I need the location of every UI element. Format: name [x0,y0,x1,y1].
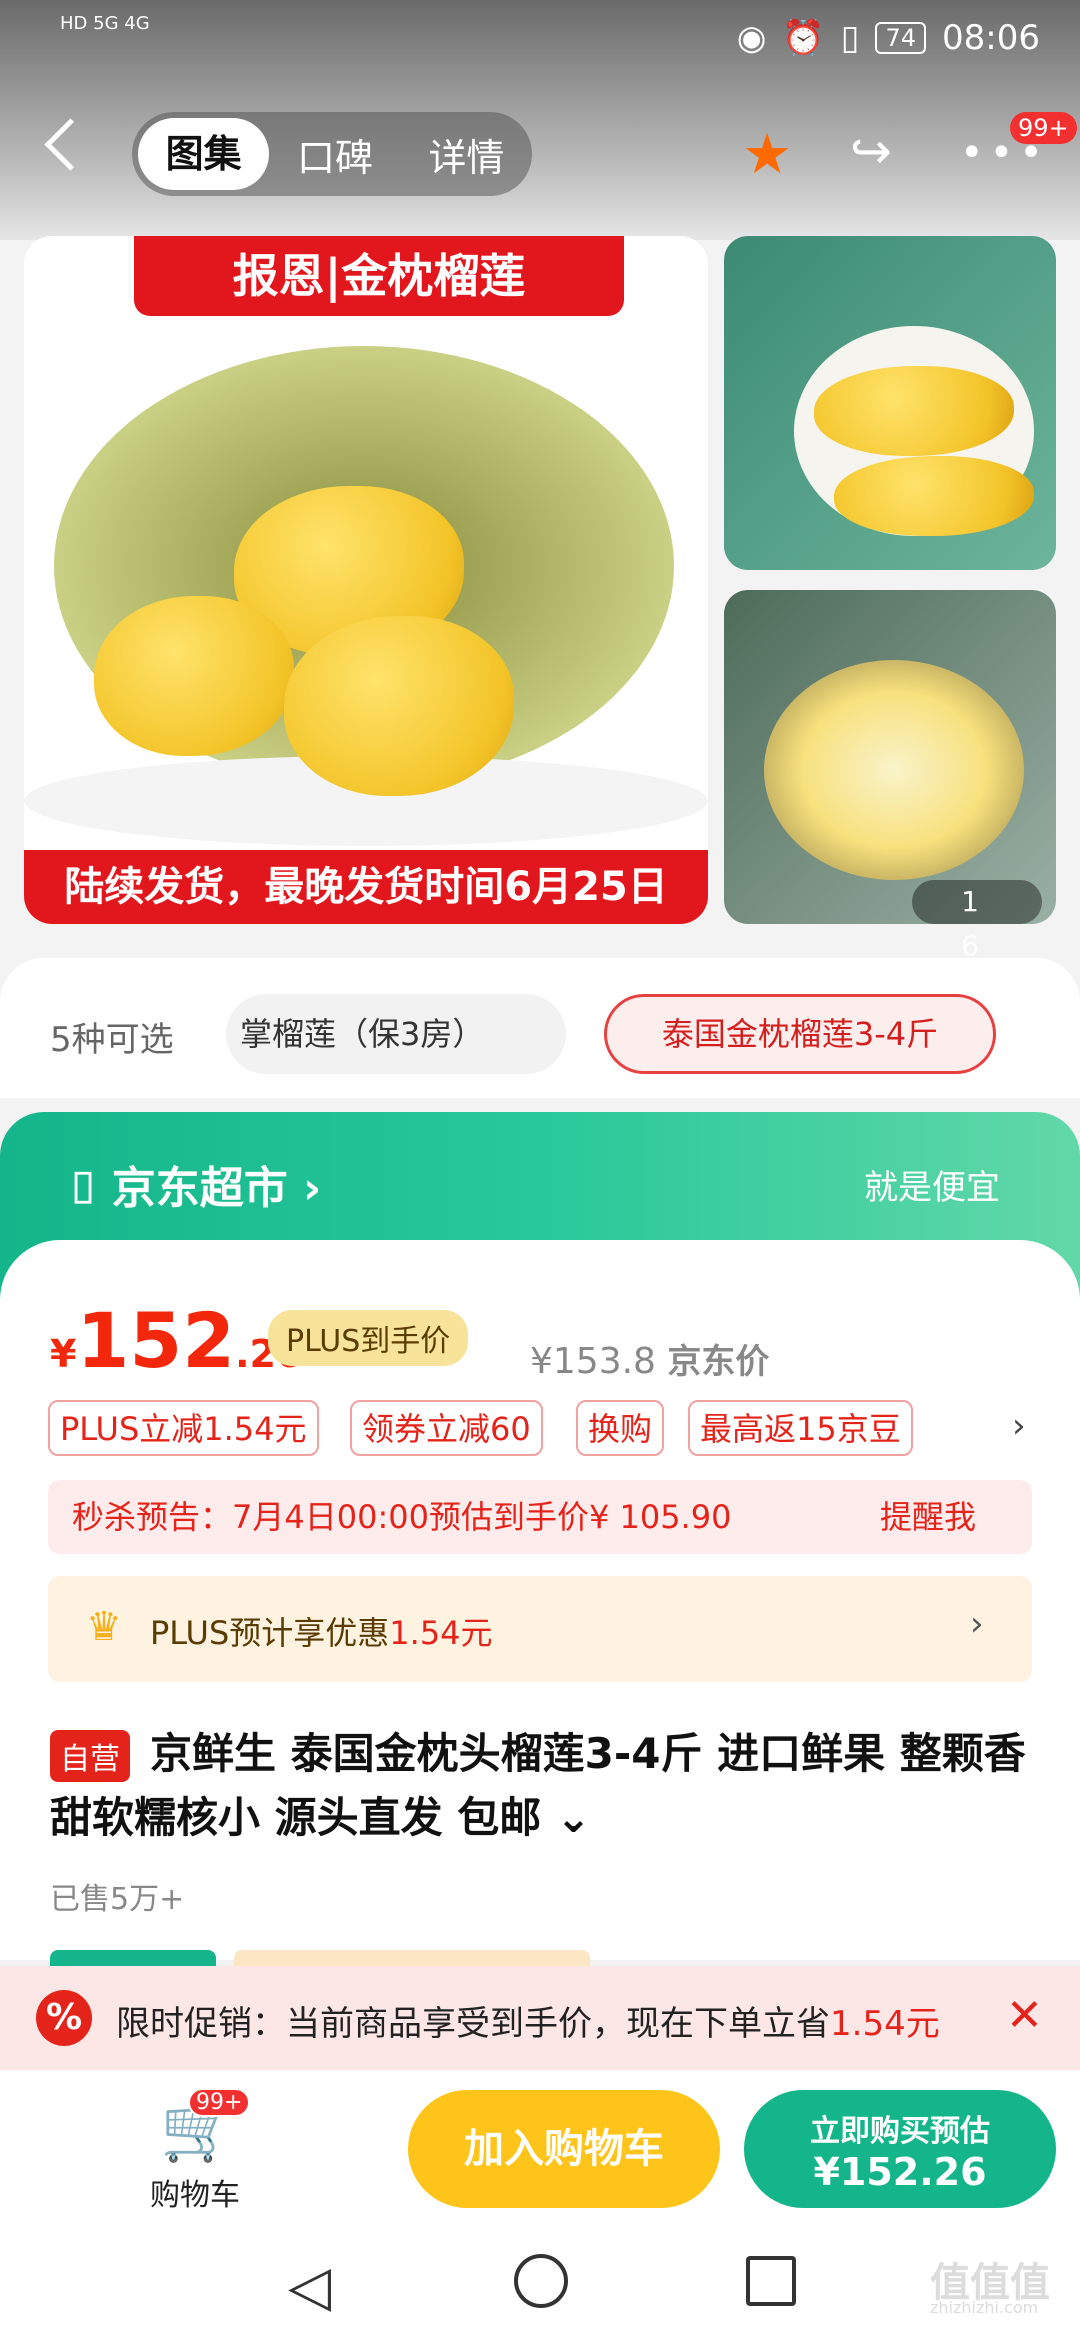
coupon-tag[interactable]: PLUS立减1.54元 [48,1400,319,1456]
chevron-right-icon: › [970,1604,984,1644]
store-logo-icon: ⌷ [70,1163,112,1214]
gallery-thumbnail-2[interactable] [724,590,1056,924]
store-name: 京东超市 [111,1163,288,1214]
store-slogan: 就是便宜 [864,1168,1000,1208]
main-product-image[interactable]: 报恩|金枕榴莲 陆续发货，最晚发货时间6月25日 [24,236,708,924]
gallery-thumbnail-1[interactable] [724,236,1056,570]
image-caption: 陆续发货，最晚发货时间6月25日 [24,850,708,924]
price-integer: 152 [76,1296,236,1385]
signal-indicators: HD 5G 4G [60,13,150,34]
cart-label[interactable]: 购物车 [150,2170,240,2214]
clock: 08:06 [942,18,1040,58]
plus-price: ¥152.26 [50,1296,302,1385]
store-logo[interactable]: ⌷ 京东超市 › [70,1152,321,1216]
crown-icon: ♛ [86,1604,122,1650]
remind-me-button[interactable]: 提醒我 [880,1480,976,1554]
jd-price-value: ¥153.8 [530,1341,656,1382]
plus-benefit-label: PLUS预计享优惠 [150,1614,390,1652]
self-operated-badge: 自营 [50,1730,130,1782]
tab-details[interactable]: 详情 [401,127,532,182]
nav-back-icon[interactable]: ◁ [288,2254,331,2319]
buy-now-price: ¥152.26 [813,2150,987,2194]
status-right: ◉ ⏰ ▯ 74 08:06 [737,18,1040,58]
battery-level: 74 [875,22,927,54]
sold-count: 已售5万+ [50,1882,185,1917]
option-chip-selected[interactable]: 泰国金枕榴莲3-4斤 [604,994,996,1074]
plus-benefit-amount: 1.54元 [389,1614,493,1652]
buy-now-label: 立即购买预估 [810,2114,990,2149]
tab-reviews[interactable]: 口碑 [269,127,400,182]
alarm-icon: ⏰ [782,18,825,58]
coupon-tag[interactable]: 最高返15京豆 [688,1400,913,1456]
product-title[interactable]: 京鲜生 泰国金枕头榴莲3-4斤 进口鲜果 整颗香甜软糯核小 源头直发 包邮 ⌄ [50,1722,1040,1850]
nav-recents-icon[interactable] [746,2256,796,2306]
vibrate-icon: ▯ [840,18,860,58]
eye-icon: ◉ [736,18,767,58]
image-pager: 1 6 [912,880,1042,962]
share-icon[interactable]: ↪ [850,122,892,180]
option-chip[interactable]: 掌榴莲（保3房） [226,994,566,1074]
promo-amount: 1.54元 [830,2004,940,2044]
chevron-right-icon: › [287,1163,322,1214]
discount-icon: % [36,1990,92,2046]
promo-message: 限时促销：当前商品享受到手价，现在下单立省 [116,2004,830,2044]
options-count: 5种可选 [50,1020,174,1060]
open-durian-image [764,660,1024,880]
jd-price: ¥153.8 京东价 [530,1334,769,1383]
close-icon[interactable]: ✕ [1006,1990,1043,2041]
tab-gallery[interactable]: 图集 [138,118,270,190]
coupon-tag[interactable]: 领券立减60 [350,1400,543,1456]
promo-text: 限时促销：当前商品享受到手价，现在下单立省1.54元 [116,1996,940,2045]
add-to-cart-button[interactable]: 加入购物车 [408,2090,720,2208]
price-currency: ¥ [50,1332,77,1376]
durian-flesh [94,596,294,756]
buy-now-button[interactable]: 立即购买预估 ¥152.26 [744,2090,1056,2208]
jd-price-label: 京东价 [667,1342,770,1382]
cart-badge: 99+ [188,2088,251,2117]
favorite-star-icon[interactable]: ★ [742,122,792,187]
nav-home-icon[interactable] [514,2254,568,2308]
durian-flesh [834,456,1034,536]
header-tabs: 图集 口碑 详情 [132,112,532,196]
image-banner: 报恩|金枕榴莲 [134,236,624,316]
plus-benefit-text: PLUS预计享优惠1.54元 [150,1608,493,1654]
watermark-url: zhizhizhi.com [930,2298,1039,2317]
durian-flesh [284,616,514,796]
more-badge: 99+ [1010,112,1077,144]
chevron-right-icon[interactable]: › [1012,1406,1026,1446]
status-bar: HD 5G 4G ◉ ⏰ ▯ 74 08:06 [0,0,1080,82]
coupon-tag[interactable]: 换购 [576,1400,665,1456]
plus-price-tag: PLUS到手价 [268,1310,469,1366]
durian-flesh [814,366,1014,456]
